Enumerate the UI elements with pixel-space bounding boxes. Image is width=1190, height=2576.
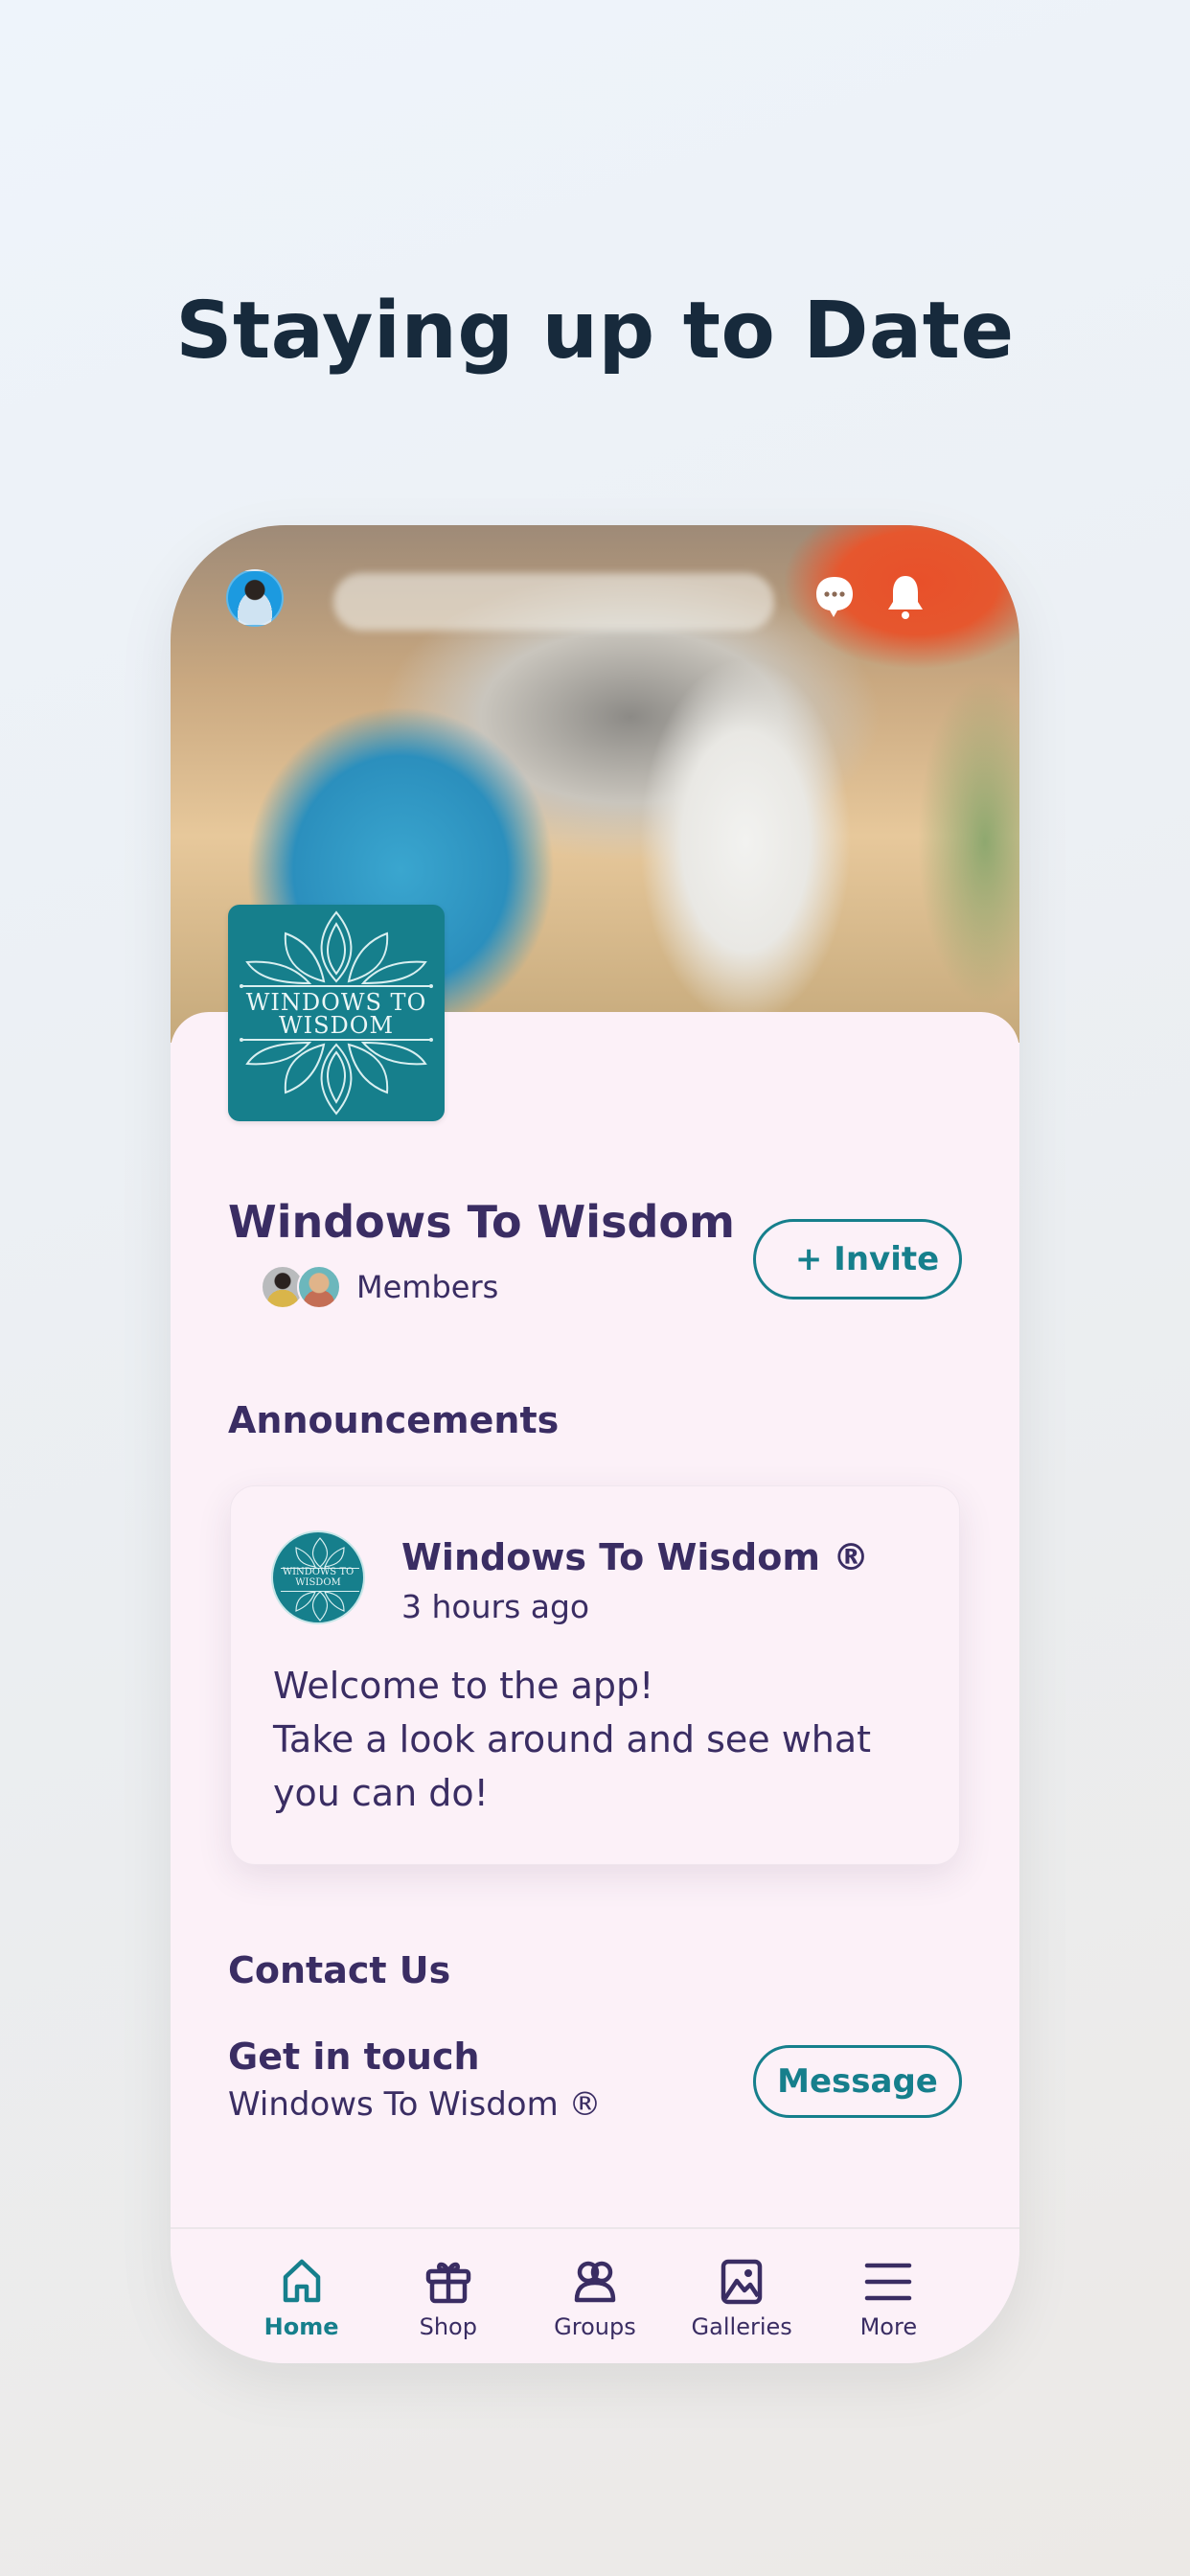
menu-icon bbox=[865, 2263, 912, 2301]
group-name: Windows To Wisdom bbox=[228, 1196, 735, 1248]
gift-icon bbox=[425, 2262, 471, 2304]
message-button[interactable]: Message bbox=[753, 2045, 962, 2118]
contact-title: Contact Us bbox=[228, 1949, 451, 1991]
tab-label: Groups bbox=[554, 2313, 636, 2340]
invite-button[interactable]: + Invite bbox=[753, 1219, 962, 1300]
tab-home[interactable]: Home bbox=[240, 2229, 364, 2363]
tab-label: Home bbox=[263, 2313, 339, 2340]
tab-shop[interactable]: Shop bbox=[386, 2229, 511, 2363]
tab-label: Galleries bbox=[691, 2313, 792, 2340]
announcement-body-line-2: Take a look around and see what you can … bbox=[273, 1718, 872, 1814]
tab-label: Shop bbox=[419, 2313, 477, 2340]
logo-text-line-2: WISDOM bbox=[278, 1012, 395, 1039]
announcement-body-line-1: Welcome to the app! bbox=[273, 1665, 654, 1707]
page-headline: Staying up to Date bbox=[175, 286, 1015, 377]
phone-screen: WINDOWS TO WISDOM Windows To Wisdom Memb… bbox=[171, 525, 1019, 2363]
bell-icon[interactable] bbox=[883, 573, 927, 621]
group-logo-text: WINDOWS TO WISDOM bbox=[228, 991, 445, 1037]
avatar-logo-text: WINDOWS TO WISDOM bbox=[273, 1567, 363, 1588]
members-label: Members bbox=[356, 1269, 499, 1305]
avatar-text-line-1: WINDOWS TO bbox=[282, 1567, 355, 1577]
member-avatar bbox=[297, 1265, 341, 1309]
group-logo: WINDOWS TO WISDOM bbox=[228, 905, 445, 1121]
tab-galleries[interactable]: Galleries bbox=[679, 2229, 804, 2363]
announcement-author-avatar: WINDOWS TO WISDOM bbox=[271, 1530, 365, 1624]
chat-icon[interactable] bbox=[812, 573, 857, 621]
announcements-title: Announcements bbox=[228, 1399, 560, 1441]
user-avatar[interactable] bbox=[226, 569, 284, 627]
announcement-timestamp: 3 hours ago bbox=[401, 1588, 590, 1625]
logo-text-line-1: WINDOWS TO bbox=[245, 989, 427, 1016]
tab-groups[interactable]: Groups bbox=[533, 2229, 657, 2363]
tab-label: More bbox=[859, 2313, 918, 2340]
groups-icon bbox=[574, 2261, 616, 2303]
members-link[interactable]: Members bbox=[261, 1265, 498, 1309]
announcement-body: Welcome to the app! Take a look around a… bbox=[273, 1659, 944, 1820]
cover-photo-frame bbox=[333, 573, 774, 631]
contact-subtitle: Windows To Wisdom ® bbox=[228, 2085, 602, 2124]
avatar-text-line-2: WISDOM bbox=[295, 1577, 341, 1588]
home-icon bbox=[283, 2259, 320, 2303]
image-icon bbox=[721, 2259, 763, 2305]
announcement-author: Windows To Wisdom ® bbox=[401, 1536, 870, 1578]
bottom-tab-bar: Home Shop Groups Galleries More bbox=[171, 2227, 1019, 2363]
tab-more[interactable]: More bbox=[826, 2229, 950, 2363]
contact-heading: Get in touch bbox=[228, 2036, 480, 2078]
announcement-card[interactable]: WINDOWS TO WISDOM Windows To Wisdom ® 3 … bbox=[230, 1485, 960, 1865]
